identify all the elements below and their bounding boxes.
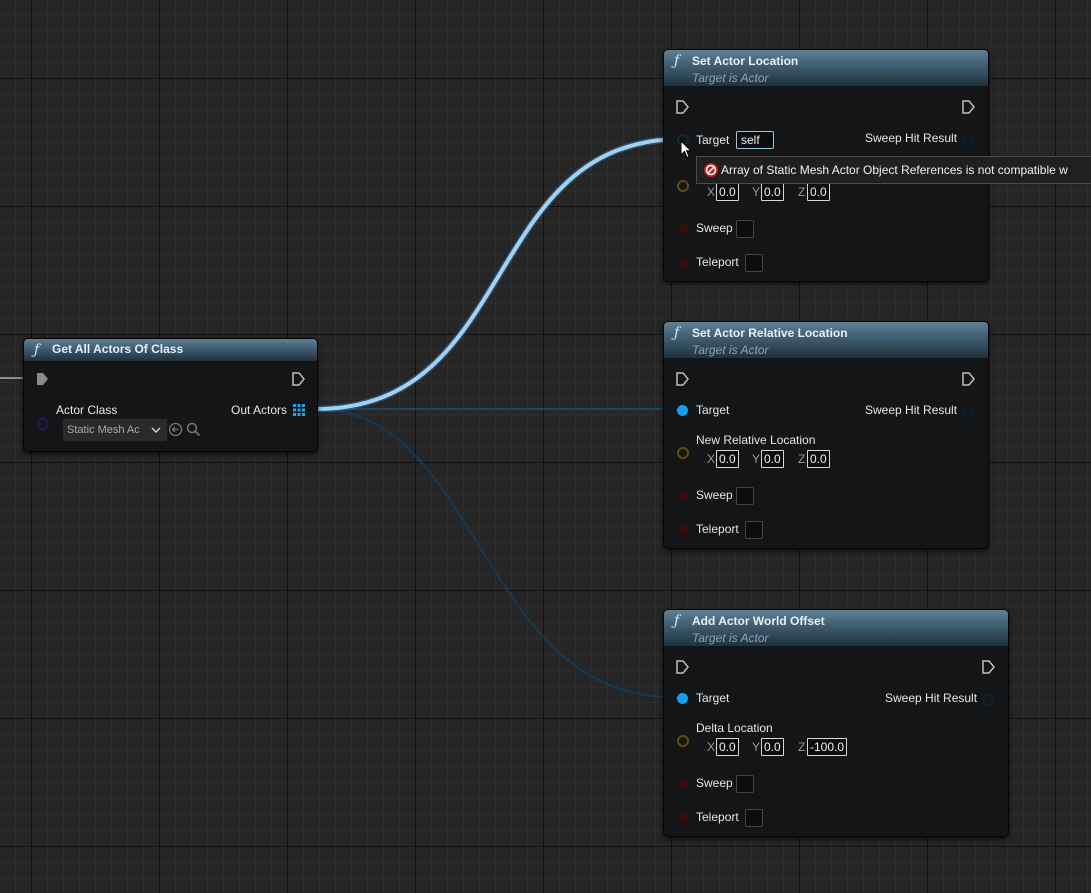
browse-search-icon[interactable] [186,422,201,437]
teleport-pin[interactable] [679,258,689,268]
node-header[interactable]: ƒ Add Actor World Offset Target is Actor [664,610,1008,646]
actor-class-dropdown[interactable]: Static Mesh Ac [62,418,168,442]
function-icon: ƒ [674,613,680,629]
y-label: Y [752,185,761,199]
node-title: Set Actor Location [692,54,799,68]
new-relative-location-pin[interactable] [677,447,689,459]
z-field[interactable]: 0.0 [807,183,830,201]
incompatible-connection-tooltip: Array of Static Mesh Actor Object Refere… [696,156,1091,184]
sweep-hit-result-pin[interactable] [982,694,994,706]
node-header[interactable]: ƒ Get All Actors Of Class [24,339,317,361]
exec-out-pin-icon[interactable] [981,660,995,674]
x-label: X [707,452,716,466]
teleport-checkbox[interactable] [745,254,763,272]
sweep-label: Sweep [696,776,733,790]
function-icon: ƒ [674,53,680,69]
sweep-hit-result-label: Sweep Hit Result [865,131,958,145]
function-icon: ƒ [674,325,680,341]
z-label: Z [798,452,806,466]
mouse-cursor-icon [680,140,692,159]
exec-in-pin-icon[interactable] [675,660,689,674]
teleport-pin[interactable] [679,813,689,823]
x-field[interactable]: 0.0 [716,738,739,756]
sweep-hit-result-pin[interactable] [962,406,974,418]
z-label: Z [798,185,806,199]
x-field[interactable]: 0.0 [716,183,739,201]
node-subtitle: Target is Actor [692,343,769,357]
tooltip-text: Array of Static Mesh Actor Object Refere… [721,163,1068,177]
node-title: Add Actor World Offset [692,614,825,628]
node-add-actor-world-offset[interactable]: ƒ Add Actor World Offset Target is Actor… [663,609,1009,837]
delta-location-label: Delta Location [696,721,773,735]
use-selected-icon[interactable] [168,422,183,437]
sweep-pin[interactable] [679,779,689,789]
node-header[interactable]: ƒ Set Actor Location Target is Actor [664,50,988,86]
y-label: Y [752,452,761,466]
exec-in-pin-icon[interactable] [35,372,49,386]
z-field[interactable]: -100.0 [807,738,848,756]
target-label: Target [696,133,730,147]
actor-class-pin[interactable] [37,418,49,430]
node-title: Get All Actors Of Class [52,342,184,356]
z-label: Z [798,740,806,754]
array-grid-icon[interactable] [293,404,305,416]
sweep-checkbox[interactable] [736,487,754,505]
x-label: X [707,740,716,754]
target-pin[interactable] [677,693,688,704]
new-location-pin[interactable] [677,180,689,192]
sweep-checkbox[interactable] [736,775,754,793]
exec-out-pin-icon[interactable] [291,372,305,386]
y-field[interactable]: 0.0 [761,738,784,756]
target-pin[interactable] [677,405,688,416]
sweep-checkbox[interactable] [736,220,754,238]
node-subtitle: Target is Actor [692,631,769,645]
x-field[interactable]: 0.0 [716,450,739,468]
new-relative-location-label: New Relative Location [696,433,816,447]
teleport-label: Teleport [696,522,739,536]
wire-to-set-actor-location[interactable] [315,137,683,411]
node-set-actor-relative-location[interactable]: ƒ Set Actor Relative Location Target is … [663,321,989,549]
target-self-field[interactable]: self [736,131,774,149]
teleport-checkbox[interactable] [745,521,763,539]
teleport-label: Teleport [696,810,739,824]
y-field[interactable]: 0.0 [761,450,784,468]
actor-class-value: Static Mesh Ac [67,424,140,436]
exec-out-pin-icon[interactable] [961,372,975,386]
sweep-pin[interactable] [679,224,689,234]
node-subtitle: Target is Actor [692,71,769,85]
delta-location-pin[interactable] [677,735,689,747]
target-label: Target [696,691,730,705]
function-icon: ƒ [34,342,40,358]
wire-to-add-actor-world-offset[interactable] [315,408,673,698]
target-label: Target [696,403,730,417]
teleport-label: Teleport [696,255,739,269]
out-actors-label: Out Actors [231,403,288,417]
sweep-label: Sweep [696,221,733,235]
sweep-hit-result-pin[interactable] [962,134,974,146]
node-title: Set Actor Relative Location [692,326,848,340]
actor-class-label: Actor Class [56,403,118,417]
y-field[interactable]: 0.0 [761,183,784,201]
sweep-label: Sweep [696,488,733,502]
sweep-hit-result-label: Sweep Hit Result [885,691,978,705]
sweep-pin[interactable] [679,491,689,501]
sweep-hit-result-label: Sweep Hit Result [865,403,958,417]
exec-out-pin-icon[interactable] [961,100,975,114]
dropdown-chevron-icon [151,427,161,434]
x-label: X [707,185,716,199]
block-error-icon [704,163,718,177]
y-label: Y [752,740,761,754]
z-field[interactable]: 0.0 [807,450,830,468]
exec-in-pin-icon[interactable] [675,372,689,386]
exec-in-pin-icon[interactable] [675,100,689,114]
teleport-pin[interactable] [679,525,689,535]
node-header[interactable]: ƒ Set Actor Relative Location Target is … [664,322,988,358]
node-get-all-actors-of-class[interactable]: ƒ Get All Actors Of Class Actor Class St… [23,338,318,452]
teleport-checkbox[interactable] [745,809,763,827]
